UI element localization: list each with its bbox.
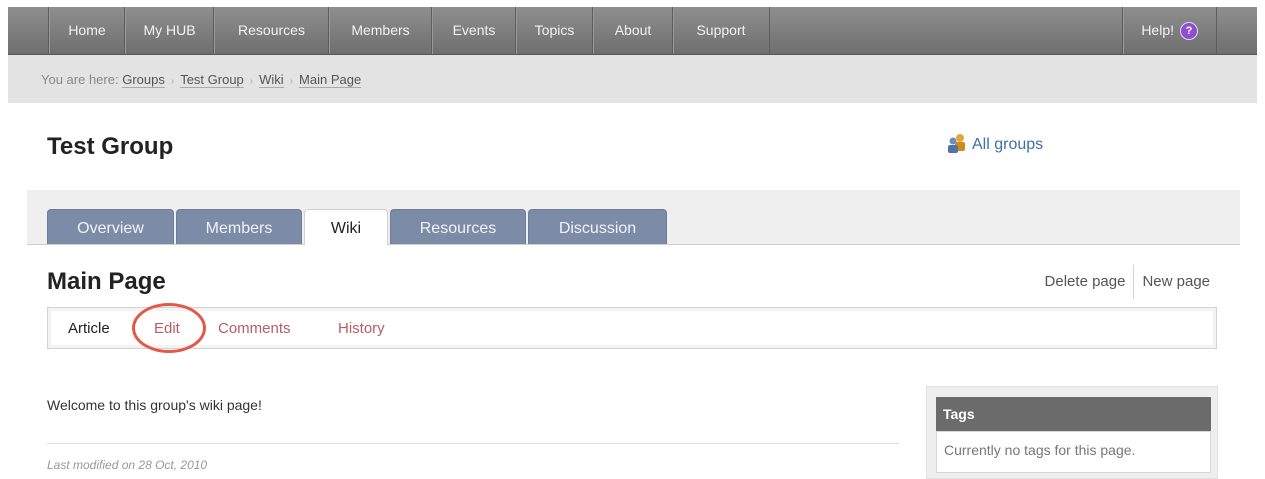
group-tabs: Overview Members Wiki Resources Discussi… — [27, 190, 1240, 245]
group-title: Test Group — [47, 133, 174, 160]
tab-resources[interactable]: Resources — [390, 209, 526, 244]
wiki-subtabs: Article Edit Comments History — [47, 307, 1217, 349]
last-modified-text: Last modified on 28 Oct, 2010 — [47, 458, 208, 472]
breadcrumb-test-group[interactable]: Test Group — [180, 72, 244, 88]
nav-events[interactable]: Events — [431, 7, 516, 54]
breadcrumb-bar: You are here: Groups › Test Group › Wiki › Mai… — [8, 55, 1257, 103]
subtab-article[interactable]: Article — [68, 320, 110, 337]
nav-members[interactable]: Members — [328, 7, 432, 54]
breadcrumb-prefix: You are here: — [41, 72, 119, 87]
breadcrumb-groups[interactable]: Groups — [122, 72, 165, 88]
subtab-edit[interactable]: Edit — [154, 320, 180, 337]
all-groups-label: All groups — [972, 136, 1044, 153]
top-navigation-bar: Home My HUB Resources Members Events Top… — [8, 7, 1257, 55]
nav-my-hub[interactable]: My HUB — [124, 7, 214, 54]
breadcrumb-separator: › — [289, 76, 294, 87]
nav-home[interactable]: Home — [48, 7, 125, 54]
subtab-history[interactable]: History — [338, 320, 385, 337]
nav-support[interactable]: Support — [672, 7, 770, 54]
help-button[interactable]: Help!? — [1122, 7, 1217, 54]
tab-wiki[interactable]: Wiki — [304, 209, 388, 245]
groups-icon — [948, 134, 965, 153]
nav-resources[interactable]: Resources — [213, 7, 329, 54]
welcome-text: Welcome to this group's wiki page! — [47, 397, 262, 413]
new-page-button[interactable]: New page — [1134, 265, 1218, 299]
breadcrumb-separator: › — [249, 76, 254, 87]
delete-page-button[interactable]: Delete page — [1037, 265, 1134, 299]
all-groups-link[interactable]: All groups — [946, 133, 1043, 154]
question-mark-icon: ? — [1180, 22, 1198, 41]
subtab-comments[interactable]: Comments — [218, 320, 291, 337]
divider — [47, 443, 899, 444]
breadcrumb-wiki[interactable]: Wiki — [259, 72, 284, 88]
nav-about[interactable]: About — [592, 7, 673, 54]
breadcrumb-separator: › — [170, 76, 175, 87]
breadcrumb-main-page[interactable]: Main Page — [299, 72, 362, 88]
tags-panel: Tags Currently no tags for this page. — [926, 386, 1218, 479]
page-actions: Delete page New page — [1037, 265, 1218, 299]
breadcrumb: You are here: Groups › Test Group › Wiki › Mai… — [41, 72, 362, 88]
tab-overview[interactable]: Overview — [47, 209, 174, 244]
help-label: Help! — [1141, 22, 1174, 38]
tags-empty-text: Currently no tags for this page. — [936, 431, 1211, 473]
tab-members[interactable]: Members — [176, 209, 302, 244]
tags-header: Tags — [936, 397, 1211, 431]
nav-topics[interactable]: Topics — [515, 7, 593, 54]
tab-discussion[interactable]: Discussion — [528, 209, 667, 244]
page-title: Main Page — [47, 268, 166, 295]
